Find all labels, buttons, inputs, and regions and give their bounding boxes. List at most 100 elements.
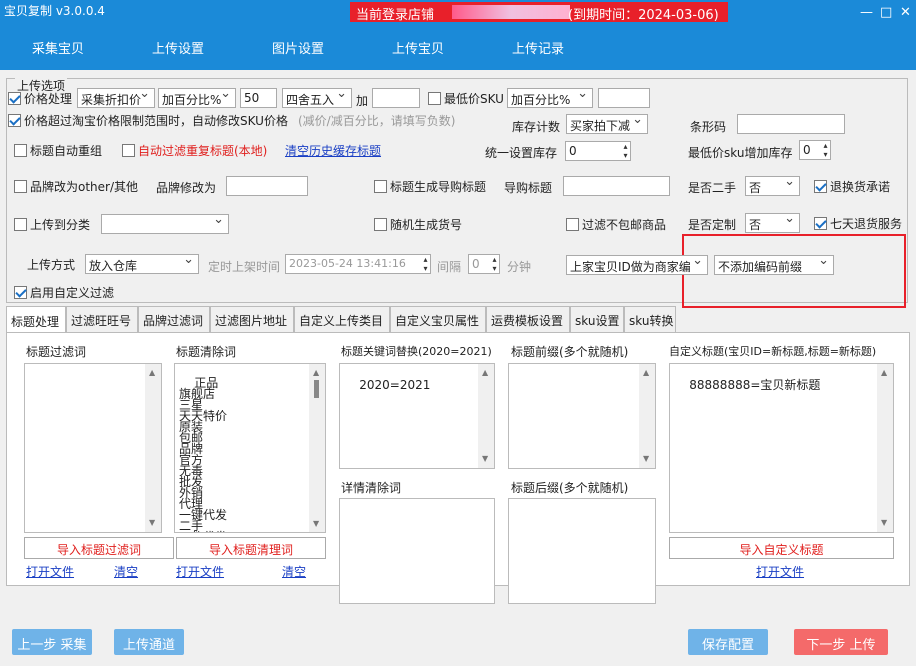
scroll-down-icon[interactable]: ▼ <box>643 453 649 465</box>
detail-clear-textarea[interactable] <box>339 498 495 604</box>
min-sku-stock-spinner[interactable]: 0 <box>799 140 831 160</box>
detail-clear-label: 详情清除词 <box>341 481 402 495</box>
unified-stock-spinner[interactable]: 0 <box>565 141 631 161</box>
custom-title-textarea[interactable]: 88888888=宝贝新标题 ▲ ▼ <box>669 363 894 533</box>
min-price-sku-checkbox[interactable]: 最低价SKU <box>428 90 504 107</box>
clean-words-open-link[interactable]: 打开文件 <box>176 563 224 580</box>
prev-collect-button[interactable]: 上一步 采集 <box>12 629 92 655</box>
barcode-label: 条形码 <box>690 120 727 134</box>
tab-custom-category[interactable]: 自定义上传类目 <box>294 306 390 332</box>
prefix-label: 标题前缀(多个就随机) <box>511 345 629 359</box>
save-config-button[interactable]: 保存配置 <box>688 629 768 655</box>
return-promise-checkbox[interactable]: 退换货承诺 <box>814 178 890 195</box>
scrollbar[interactable]: ▲ ▼ <box>639 364 655 468</box>
plus-value-input[interactable] <box>372 88 420 108</box>
tab-sku-convert[interactable]: sku转换 <box>624 306 676 332</box>
minimize-button[interactable]: — <box>860 6 873 20</box>
guide-title-input[interactable] <box>563 176 670 196</box>
barcode-input[interactable] <box>737 114 845 134</box>
min-price-method-select[interactable]: 加百分比% <box>507 88 593 108</box>
scroll-up-icon[interactable]: ▲ <box>643 367 649 379</box>
tab-brand-filter[interactable]: 品牌过滤词 <box>138 306 210 332</box>
scheduled-time-input[interactable]: 2023-05-24 13:41:16 <box>285 254 431 274</box>
scroll-thumb[interactable] <box>314 380 319 398</box>
upload-method-select[interactable]: 放入仓库 <box>85 254 199 274</box>
scrollbar[interactable]: ▲ ▼ <box>309 364 325 532</box>
title-auto-regroup-checkbox[interactable]: 标题自动重组 <box>14 142 102 159</box>
clear-history-link[interactable]: 清空历史缓存标题 <box>285 142 381 159</box>
checkbox-icon <box>374 218 387 231</box>
customized-select[interactable]: 否 <box>745 213 800 233</box>
custom-title-open-link[interactable]: 打开文件 <box>756 563 804 580</box>
stock-count-label: 库存计数 <box>512 120 561 134</box>
minute-label: 分钟 <box>507 260 532 274</box>
scroll-down-icon[interactable]: ▼ <box>149 517 155 529</box>
upload-channel-button[interactable]: 上传通道 <box>114 629 184 655</box>
brand-change-checkbox[interactable]: 品牌改为other/其他 <box>14 178 138 195</box>
checkbox-label: 过滤不包邮商品 <box>582 218 667 232</box>
rounding-select[interactable]: 四舍五入 <box>282 88 352 108</box>
price-processing-checkbox[interactable]: 价格处理 <box>8 90 72 107</box>
scroll-up-icon[interactable]: ▲ <box>482 367 488 379</box>
scroll-up-icon[interactable]: ▲ <box>881 367 887 379</box>
scroll-down-icon[interactable]: ▼ <box>313 518 319 529</box>
category-select[interactable] <box>101 214 229 234</box>
merchant-code-select[interactable]: 上家宝贝ID做为商家编 <box>566 255 708 275</box>
scroll-up-icon[interactable]: ▲ <box>149 367 155 379</box>
guide-title-label: 导购标题 <box>504 181 553 195</box>
tab-custom-attributes[interactable]: 自定义宝贝属性 <box>390 306 486 332</box>
tab-filter-image-url[interactable]: 过滤图片地址 <box>210 306 294 332</box>
tab-shipping-template[interactable]: 运费模板设置 <box>486 306 570 332</box>
scroll-down-icon[interactable]: ▼ <box>881 517 887 529</box>
nav-tab-upload-log[interactable]: 上传记录 <box>512 38 564 57</box>
enable-custom-filter-checkbox[interactable]: 启用自定义过滤 <box>14 284 114 301</box>
scroll-up-icon[interactable]: ▲ <box>313 367 319 378</box>
filter-no-shipping-checkbox[interactable]: 过滤不包邮商品 <box>566 216 666 233</box>
nav-tab-image-settings[interactable]: 图片设置 <box>272 38 324 57</box>
keyword-replace-label: 标题关键词替换(2020=2021) <box>341 345 492 358</box>
maximize-button[interactable]: □ <box>880 6 892 20</box>
interval-spinner[interactable]: 0 <box>468 254 500 274</box>
import-clean-words-button[interactable]: 导入标题清理词 <box>176 537 326 559</box>
nav-tab-collect[interactable]: 采集宝贝 <box>32 38 84 57</box>
suffix-textarea[interactable] <box>508 498 656 604</box>
second-hand-select[interactable]: 否 <box>745 176 800 196</box>
prefix-textarea[interactable]: ▲ ▼ <box>508 363 656 469</box>
keyword-replace-textarea[interactable]: 2020=2021 ▲ ▼ <box>339 363 495 469</box>
scrollbar[interactable]: ▲ ▼ <box>877 364 893 532</box>
checkbox-icon <box>14 218 27 231</box>
checkbox-icon <box>8 114 21 127</box>
filter-words-open-link[interactable]: 打开文件 <box>26 563 74 580</box>
seven-day-return-checkbox[interactable]: 七天退货服务 <box>814 215 902 232</box>
price-mode-select[interactable]: 采集折扣价 <box>77 88 155 108</box>
auto-modify-sku-checkbox[interactable]: 价格超过淘宝价格限制范围时，自动修改SKU价格 <box>8 112 288 129</box>
brand-change-to-input[interactable] <box>226 176 308 196</box>
scrollbar[interactable]: ▲ ▼ <box>478 364 494 468</box>
nav-tab-upload-items[interactable]: 上传宝贝 <box>392 38 444 57</box>
random-item-no-checkbox[interactable]: 随机生成货号 <box>374 216 462 233</box>
title-gen-guide-checkbox[interactable]: 标题生成导购标题 <box>374 178 486 195</box>
filter-words-clear-link[interactable]: 清空 <box>114 563 138 580</box>
scrollbar[interactable]: ▲ ▼ <box>145 364 161 532</box>
clean-words-textarea[interactable]: 正品 旗舰店 三星 天天特价 原装 包邮 品牌 官方 无毒 批发 外销 代理 一… <box>174 363 326 533</box>
nav-tab-upload-settings[interactable]: 上传设置 <box>152 38 204 57</box>
min-price-value-input[interactable] <box>598 88 650 108</box>
tab-sku-settings[interactable]: sku设置 <box>570 306 624 332</box>
tab-title-processing[interactable]: 标题处理 <box>6 306 66 334</box>
next-upload-button[interactable]: 下一步 上传 <box>794 629 888 655</box>
close-button[interactable]: ✕ <box>900 6 911 20</box>
scroll-down-icon[interactable]: ▼ <box>482 453 488 465</box>
stock-count-select[interactable]: 买家拍下减 <box>566 114 648 134</box>
prefix-select[interactable]: 不添加编码前缀 <box>714 255 834 275</box>
price-method-select[interactable]: 加百分比% <box>158 88 236 108</box>
upload-to-category-checkbox[interactable]: 上传到分类 <box>14 216 90 233</box>
clean-words-clear-link[interactable]: 清空 <box>282 563 306 580</box>
auto-filter-dup-checkbox[interactable]: 自动过滤重复标题(本地) <box>122 142 267 159</box>
filter-words-textarea[interactable]: ▲ ▼ <box>24 363 162 533</box>
import-custom-title-button[interactable]: 导入自定义标题 <box>669 537 894 559</box>
checkbox-label: 上传到分类 <box>30 218 91 232</box>
import-filter-words-button[interactable]: 导入标题过滤词 <box>24 537 174 559</box>
price-value-input[interactable]: 50 <box>240 88 277 108</box>
checkbox-icon <box>14 144 27 157</box>
tab-filter-wangwang[interactable]: 过滤旺旺号 <box>66 306 138 332</box>
